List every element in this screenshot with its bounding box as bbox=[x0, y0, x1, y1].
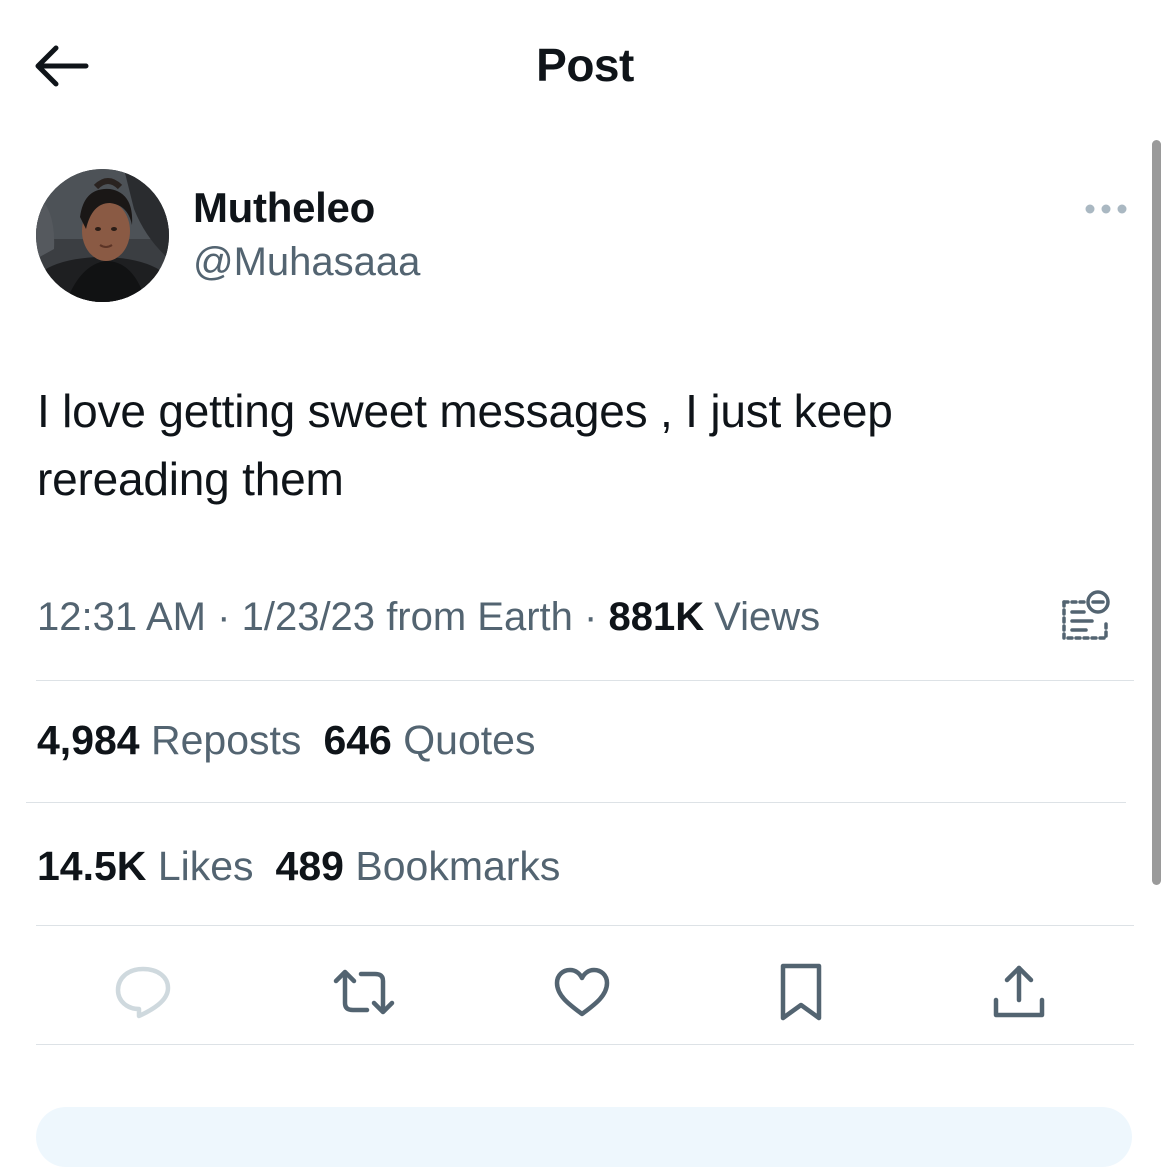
more-options-button[interactable] bbox=[1080, 192, 1132, 226]
quotes-count: 646 bbox=[323, 717, 392, 763]
divider bbox=[36, 925, 1134, 926]
repost-button[interactable] bbox=[327, 955, 401, 1029]
post-analytics-button[interactable] bbox=[1056, 588, 1114, 646]
divider bbox=[36, 680, 1134, 681]
post-time[interactable]: 12:31 AM bbox=[37, 595, 206, 639]
post-text-line: rereading them bbox=[37, 453, 344, 505]
top-bar: Post bbox=[0, 0, 1170, 130]
avatar[interactable] bbox=[36, 169, 169, 302]
reposts-stat[interactable]: 4,984 Reposts bbox=[37, 717, 301, 763]
views-label: Views bbox=[714, 595, 821, 639]
more-dots-icon bbox=[1085, 204, 1127, 214]
post-meta: 12:31 AM · 1/23/23 from Earth · 881K View… bbox=[37, 592, 820, 642]
quotes-stat[interactable]: 646 Quotes bbox=[323, 717, 535, 763]
share-icon bbox=[993, 965, 1045, 1018]
post-date[interactable]: 1/23/23 bbox=[242, 595, 375, 639]
heart-icon bbox=[554, 967, 610, 1017]
share-button[interactable] bbox=[982, 955, 1056, 1029]
post-source: from Earth bbox=[386, 595, 573, 639]
analytics-icon bbox=[1062, 590, 1110, 640]
reposts-label: Reposts bbox=[151, 717, 302, 763]
likes-count: 14.5K bbox=[37, 843, 147, 889]
quotes-label: Quotes bbox=[403, 717, 536, 763]
bookmark-icon bbox=[780, 963, 822, 1021]
reply-button[interactable] bbox=[106, 955, 180, 1029]
post-text: I love getting sweet messages , I just k… bbox=[37, 377, 1117, 513]
post-text-line: I love getting sweet messages , I just k… bbox=[37, 385, 893, 437]
username-handle[interactable]: @Muhasaaa bbox=[193, 238, 420, 286]
reply-composer[interactable] bbox=[36, 1107, 1132, 1167]
views-count: 881K bbox=[608, 595, 705, 639]
reposts-count: 4,984 bbox=[37, 717, 140, 763]
bookmark-button[interactable] bbox=[764, 955, 838, 1029]
scrollbar[interactable] bbox=[1152, 140, 1161, 885]
divider bbox=[26, 802, 1126, 803]
like-button[interactable] bbox=[545, 955, 619, 1029]
page-title: Post bbox=[536, 39, 634, 91]
likes-label: Likes bbox=[157, 843, 254, 889]
bookmarks-stat[interactable]: 489 Bookmarks bbox=[276, 843, 561, 889]
meta-separator: · bbox=[217, 595, 231, 639]
bookmarks-label: Bookmarks bbox=[355, 843, 561, 889]
repost-icon bbox=[333, 969, 395, 1015]
action-bar bbox=[0, 955, 1170, 1029]
stats-row-reposts: 4,984 Reposts 646 Quotes bbox=[37, 715, 557, 765]
divider bbox=[36, 1044, 1134, 1045]
reply-icon bbox=[115, 966, 171, 1019]
likes-stat[interactable]: 14.5K Likes bbox=[37, 843, 254, 889]
bookmarks-count: 489 bbox=[275, 843, 344, 889]
meta-separator: · bbox=[584, 595, 598, 639]
display-name[interactable]: Mutheleo bbox=[193, 184, 375, 232]
stats-row-likes: 14.5K Likes 489 Bookmarks bbox=[37, 841, 582, 891]
